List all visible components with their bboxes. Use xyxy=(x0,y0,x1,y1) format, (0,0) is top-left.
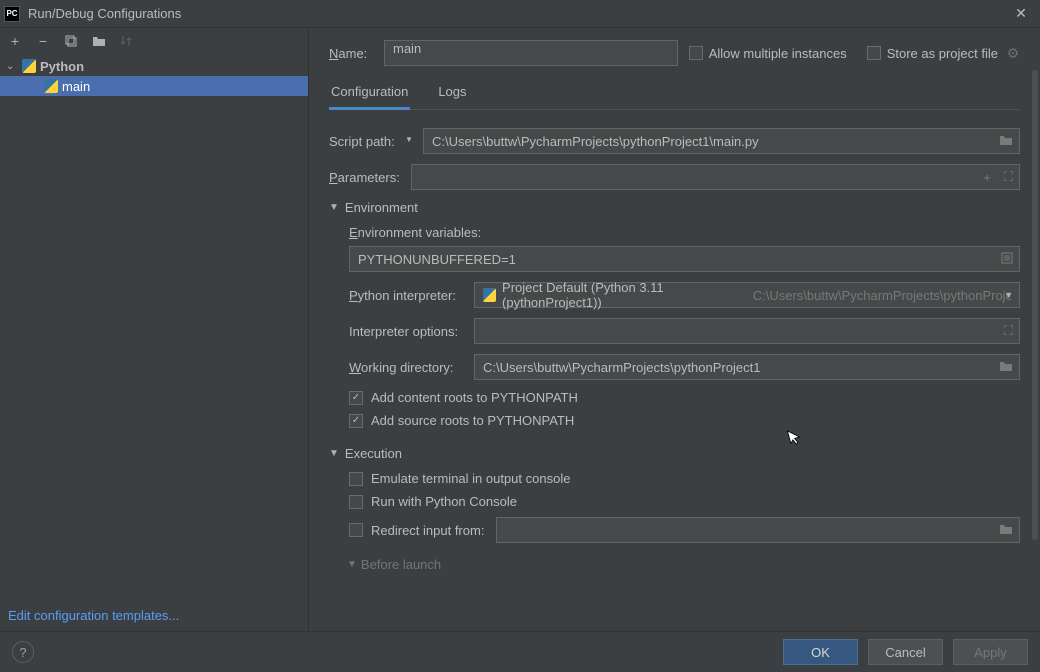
tab-configuration[interactable]: Configuration xyxy=(329,78,410,109)
app-icon: PC xyxy=(4,6,20,22)
allow-multiple-label: Allow multiple instances xyxy=(709,46,847,61)
folder-config-button[interactable] xyxy=(90,32,108,50)
chevron-down-icon: ⌄ xyxy=(6,61,18,72)
dropdown-arrow-icon[interactable]: ▼ xyxy=(405,135,417,147)
emulate-terminal-label: Emulate terminal in output console xyxy=(371,471,570,486)
tree-root-python[interactable]: ⌄ Python xyxy=(0,56,308,76)
python-icon xyxy=(22,59,36,73)
emulate-terminal-checkbox[interactable] xyxy=(349,472,363,486)
ok-button[interactable]: OK xyxy=(783,639,858,665)
store-project-label: Store as project file xyxy=(887,46,998,61)
sort-config-button[interactable] xyxy=(118,32,136,50)
chevron-down-icon[interactable]: ▼ xyxy=(329,202,339,213)
interpreter-path: C:\Users\buttw\PycharmProjects\pythonPro… xyxy=(753,288,1011,303)
python-icon xyxy=(483,288,496,302)
list-icon[interactable] xyxy=(1001,252,1013,267)
folder-icon[interactable] xyxy=(999,523,1013,538)
tree-root-label: Python xyxy=(40,59,84,74)
add-source-roots-label: Add source roots to PYTHONPATH xyxy=(371,413,574,428)
plus-icon[interactable]: + xyxy=(983,170,991,185)
help-button[interactable]: ? xyxy=(12,641,34,663)
folder-icon[interactable] xyxy=(999,134,1013,149)
add-content-roots-label: Add content roots to PYTHONPATH xyxy=(371,390,578,405)
execution-section-label: Execution xyxy=(345,446,402,461)
gear-icon[interactable]: ⚙ xyxy=(1006,46,1020,60)
chevron-down-icon[interactable]: ▼ xyxy=(329,448,339,459)
add-content-roots-checkbox[interactable] xyxy=(349,391,363,405)
chevron-down-icon: ▼ xyxy=(347,559,357,570)
name-input[interactable]: main xyxy=(384,40,678,66)
environment-section-label: Environment xyxy=(345,200,418,215)
workdir-input[interactable]: C:\Users\buttw\PycharmProjects\pythonPro… xyxy=(474,354,1020,380)
run-python-console-checkbox[interactable] xyxy=(349,495,363,509)
window-title: Run/Debug Configurations xyxy=(28,6,1006,21)
edit-templates-link[interactable]: Edit configuration templates... xyxy=(0,600,308,631)
interp-opts-label: Interpreter options: xyxy=(349,324,474,339)
expand-icon[interactable]: ⛶ xyxy=(1004,323,1013,339)
interp-opts-input[interactable]: ⛶ xyxy=(474,318,1020,344)
workdir-label: Working directory: xyxy=(349,360,474,375)
copy-config-button[interactable] xyxy=(62,32,80,50)
interpreter-select[interactable]: Project Default (Python 3.11 (pythonProj… xyxy=(474,282,1020,308)
cancel-button[interactable]: Cancel xyxy=(868,639,943,665)
apply-button[interactable]: Apply xyxy=(953,639,1028,665)
script-path-label: Script path: xyxy=(329,134,403,149)
store-project-checkbox[interactable] xyxy=(867,46,881,60)
script-path-input[interactable]: C:\Users\buttw\PycharmProjects\pythonPro… xyxy=(423,128,1020,154)
interpreter-label: Python interpreter: xyxy=(349,288,474,303)
parameters-input[interactable]: + ⛶ xyxy=(411,164,1020,190)
env-vars-input[interactable]: PYTHONUNBUFFERED=1 xyxy=(349,246,1020,272)
redirect-input-label: Redirect input from: xyxy=(371,523,484,538)
python-icon xyxy=(44,79,58,93)
scrollbar[interactable] xyxy=(1032,70,1038,540)
close-button[interactable]: ✕ xyxy=(1006,2,1036,26)
remove-config-button[interactable]: − xyxy=(34,32,52,50)
expand-icon[interactable]: ⛶ xyxy=(1004,169,1013,185)
run-python-console-label: Run with Python Console xyxy=(371,494,517,509)
tree-item-main[interactable]: main xyxy=(0,76,308,96)
allow-multiple-checkbox[interactable] xyxy=(689,46,703,60)
dropdown-arrow-icon: ▼ xyxy=(1004,290,1013,300)
add-config-button[interactable]: + xyxy=(6,32,24,50)
name-label: Name: xyxy=(329,46,384,61)
folder-icon[interactable] xyxy=(999,360,1013,375)
add-source-roots-checkbox[interactable] xyxy=(349,414,363,428)
interpreter-value: Project Default (Python 3.11 (pythonProj… xyxy=(502,280,749,310)
tree-item-label: main xyxy=(62,79,90,94)
redirect-input-path[interactable] xyxy=(496,517,1020,543)
before-launch-label: Before launch xyxy=(361,557,441,572)
env-vars-label: Environment variables: xyxy=(349,225,1020,240)
tab-logs[interactable]: Logs xyxy=(436,78,468,109)
parameters-label: Parameters: xyxy=(329,170,411,185)
redirect-input-checkbox[interactable] xyxy=(349,523,363,537)
